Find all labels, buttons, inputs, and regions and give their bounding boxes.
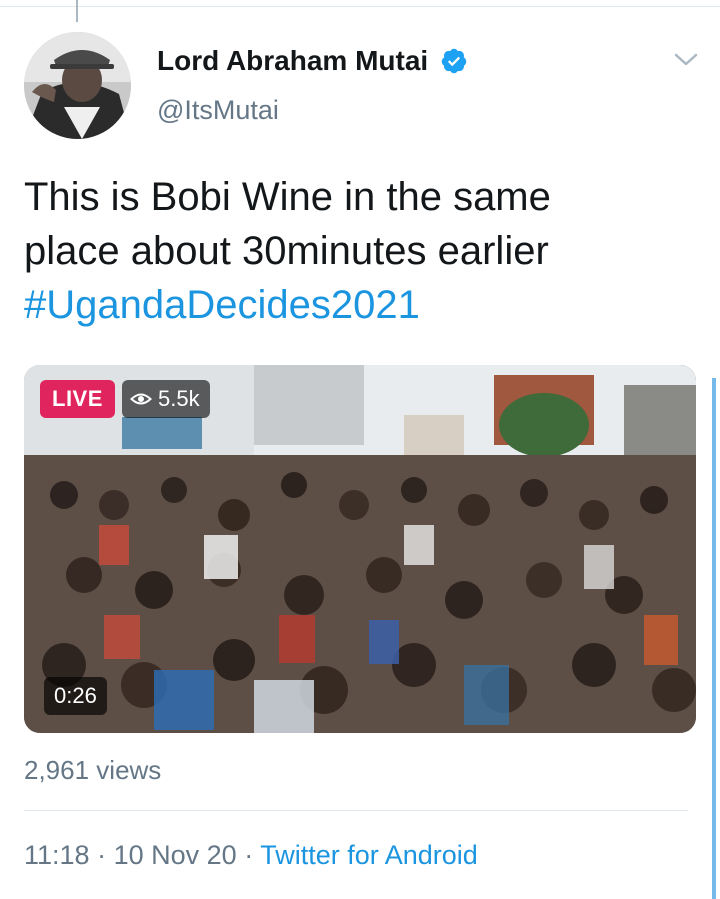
tweet-text-line: place about 30minutes earlier (24, 229, 549, 273)
verified-badge-icon (441, 48, 467, 74)
viewers-badge: 5.5k (122, 380, 210, 418)
tweet-date: 10 Nov 20 (113, 840, 237, 870)
tweet-source-link[interactable]: Twitter for Android (260, 840, 478, 870)
user-handle[interactable]: @ItsMutai (157, 95, 279, 126)
chevron-down-icon[interactable] (672, 50, 700, 70)
tweet-text-line: This is Bobi Wine in the same (24, 175, 551, 219)
tweet-detail-page: Lord Abraham Mutai @ItsMutai This is Bob… (0, 0, 720, 899)
tweet-text: This is Bobi Wine in the same place abou… (24, 170, 684, 332)
meta-separator: · (97, 840, 107, 870)
view-count: 2,961 views (24, 755, 162, 785)
hashtag-link[interactable]: #UgandaDecides2021 (24, 278, 684, 332)
live-badge: LIVE (40, 380, 115, 418)
video-thumbnail (24, 365, 696, 733)
top-border (0, 0, 720, 7)
tweet-meta: 11:18 · 10 Nov 20 · Twitter for Android (24, 840, 478, 871)
scrollbar[interactable] (712, 378, 716, 899)
tweet-time: 11:18 (24, 840, 90, 870)
avatar-photo (24, 32, 131, 139)
video-duration: 0:26 (44, 677, 107, 715)
video-player[interactable]: LIVE 5.5k 0:26 (24, 365, 696, 733)
eye-icon (130, 393, 152, 405)
avatar[interactable] (24, 32, 131, 139)
display-name[interactable]: Lord Abraham Mutai (157, 45, 428, 77)
meta-separator: · (244, 840, 254, 870)
divider (24, 810, 688, 811)
thread-connector-line (76, 0, 78, 22)
viewers-count: 5.5k (158, 386, 200, 411)
